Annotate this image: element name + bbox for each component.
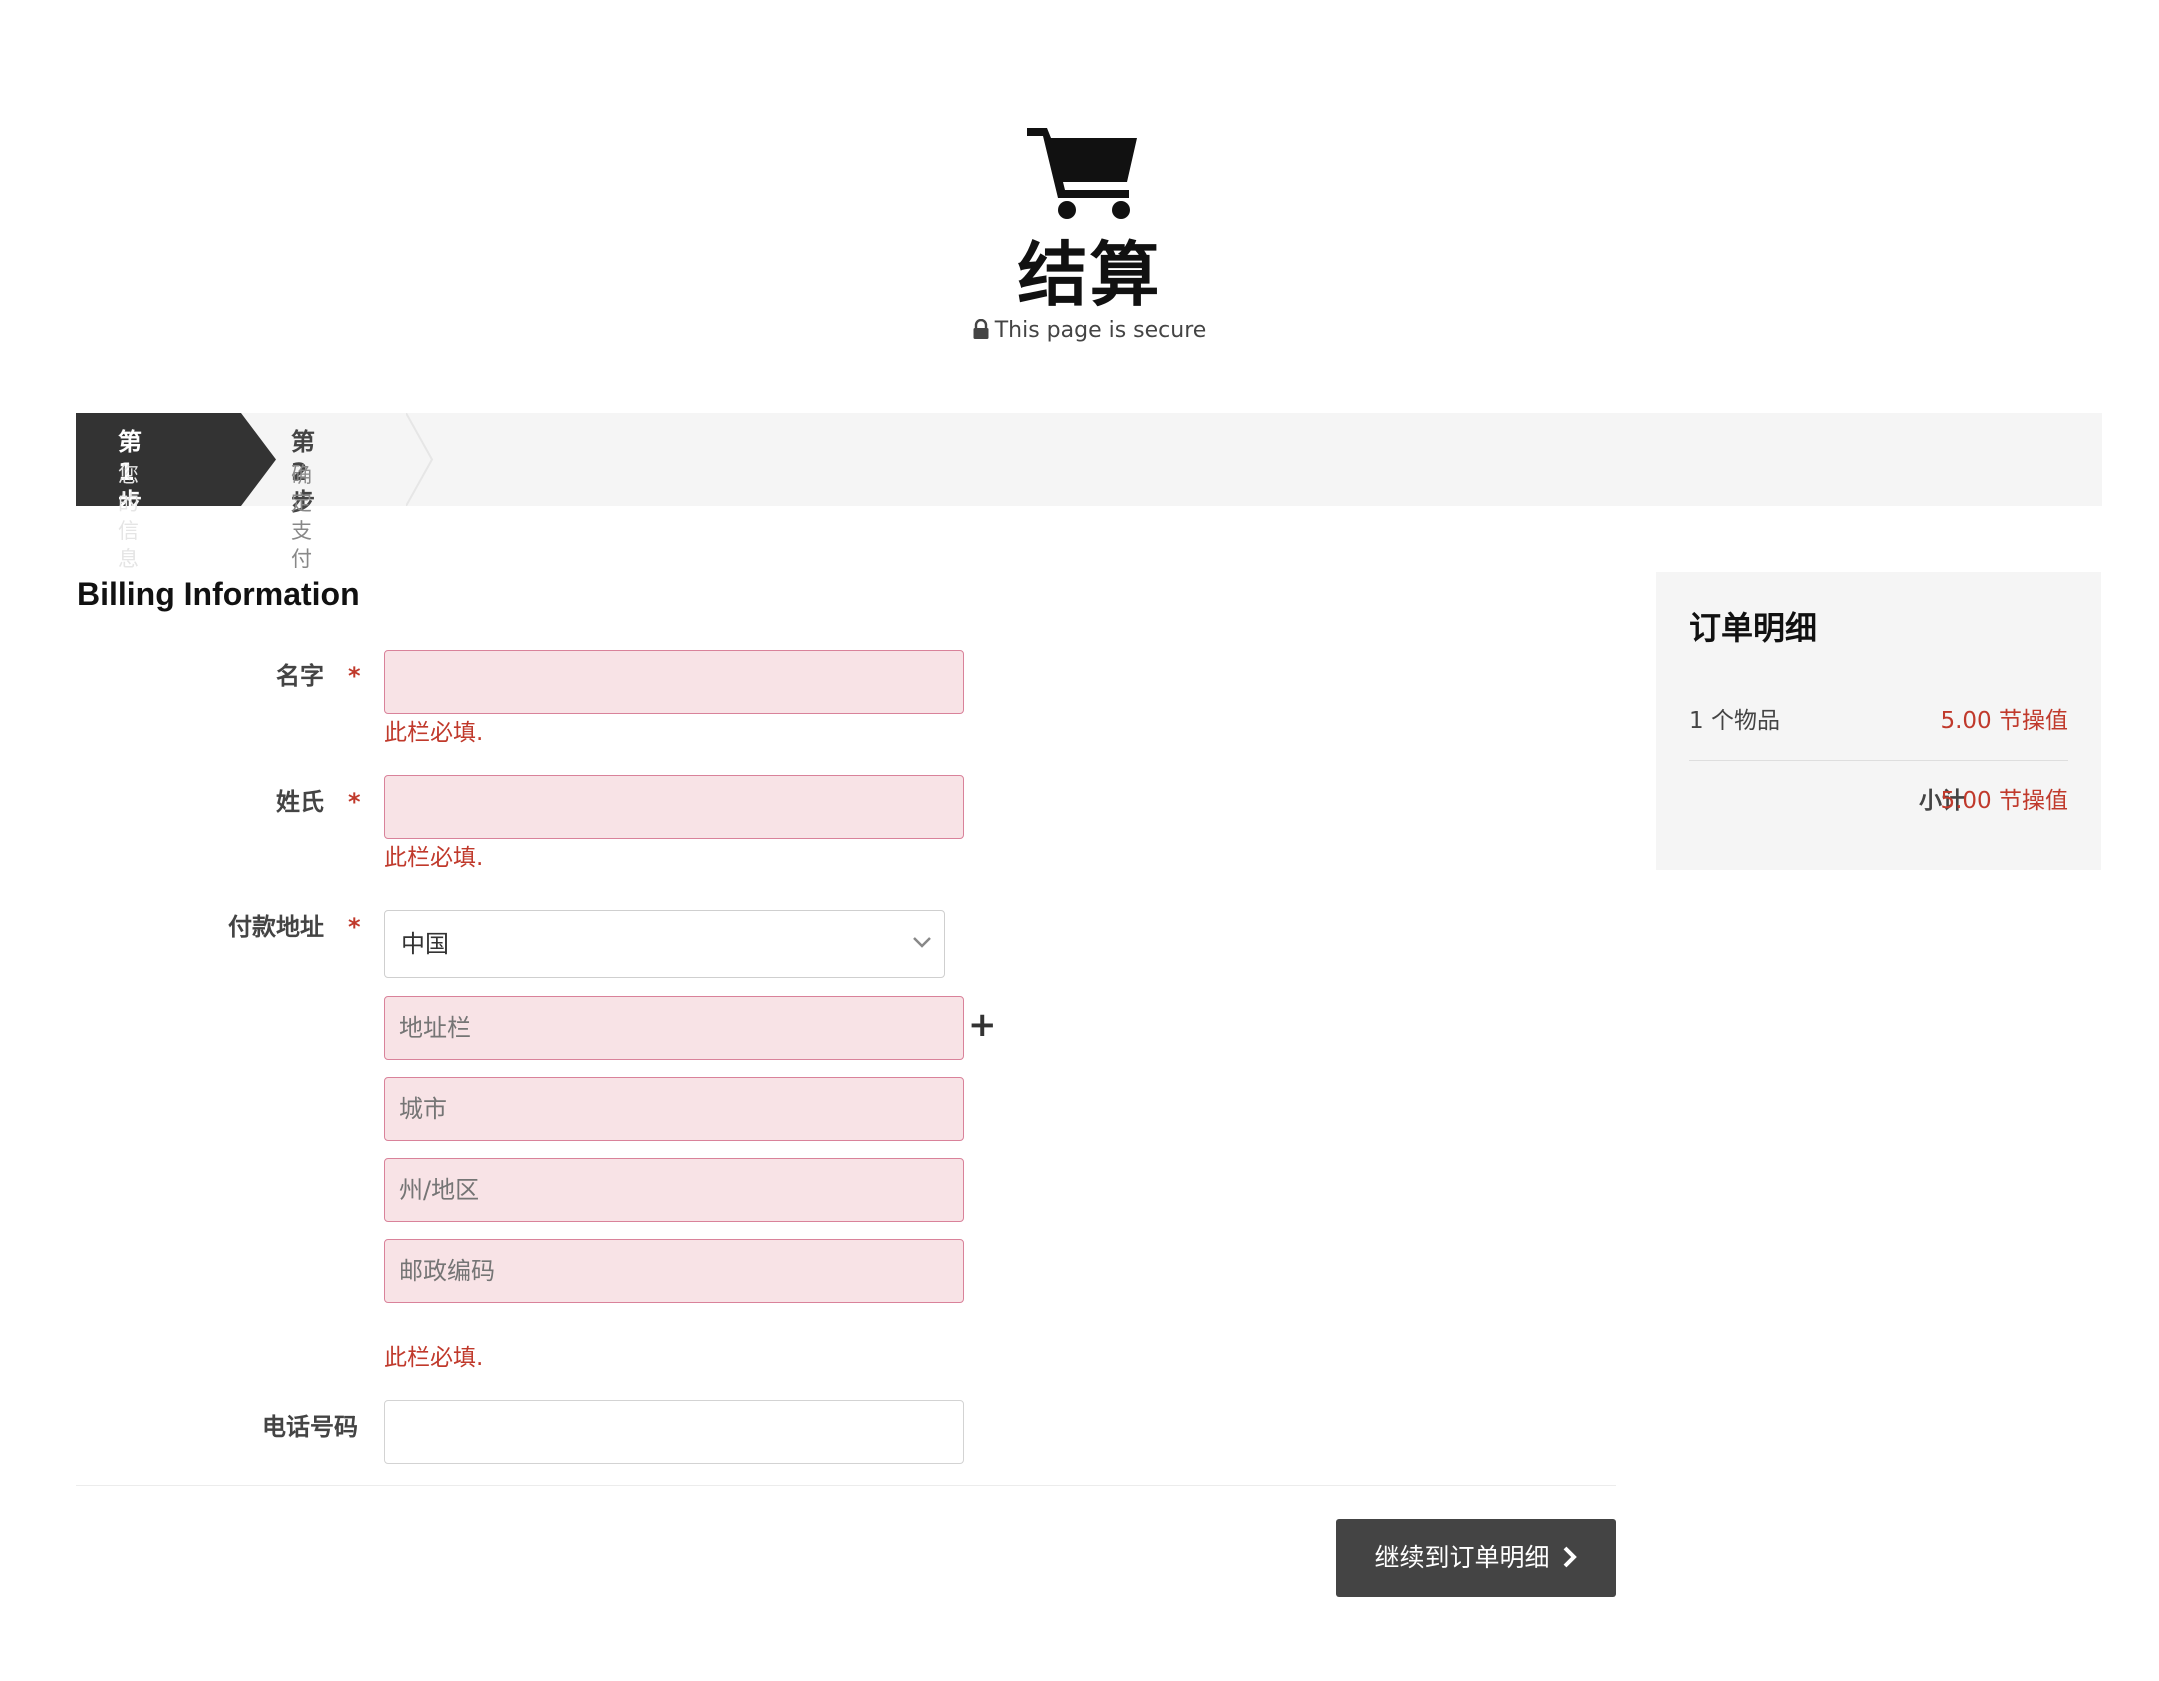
last-name-label: 姓氏: [276, 788, 324, 816]
phone-label: 电话号码: [262, 1413, 358, 1441]
phone-field[interactable]: [384, 1400, 964, 1464]
billing-heading: Billing Information: [77, 576, 360, 612]
add-address-line-icon[interactable]: +: [968, 1008, 997, 1042]
continue-button[interactable]: 继续到订单明细: [1336, 1519, 1616, 1597]
country-select[interactable]: 中国: [384, 910, 945, 978]
page-title: 结算: [1017, 234, 1162, 316]
address-error: 此栏必填.: [384, 1345, 484, 1371]
chevron-right-icon: [1563, 1546, 1577, 1568]
address-label: 付款地址: [228, 913, 324, 941]
order-summary: 订单明细 1 个物品 5.00 节操值 小计 5.00 节操值: [1656, 572, 2101, 870]
step-1-subtitle: 您的信息: [118, 463, 139, 571]
zip-field[interactable]: [384, 1239, 964, 1303]
required-marker: *: [348, 662, 361, 690]
street-address-field[interactable]: [384, 996, 964, 1060]
last-name-field[interactable]: [384, 775, 964, 839]
first-name-field[interactable]: [384, 650, 964, 714]
checkout-steps: 第 1 步 您的信息 第 2 步 确定支付: [76, 413, 2102, 571]
form-divider: [76, 1485, 1616, 1486]
secure-notice: This page is secure: [0, 316, 2159, 346]
country-value: 中国: [401, 930, 449, 958]
state-field[interactable]: [384, 1158, 964, 1222]
summary-items-count: 1 个物品: [1689, 708, 1780, 734]
secure-text: This page is secure: [994, 318, 1207, 343]
summary-items-price: 5.00 节操值: [1940, 708, 2068, 734]
required-marker: *: [348, 913, 361, 941]
step-2-subtitle: 确定支付: [291, 463, 312, 571]
subtotal-price: 5.00 节操值: [1940, 788, 2068, 814]
chevron-down-icon: [913, 937, 931, 948]
continue-button-label: 继续到订单明细: [1374, 1543, 1550, 1572]
required-marker: *: [348, 788, 361, 816]
first-name-error: 此栏必填.: [384, 720, 484, 746]
summary-divider: [1689, 760, 2068, 761]
lock-icon: [973, 318, 995, 343]
city-field[interactable]: [384, 1077, 964, 1141]
shopping-cart-icon: [1025, 122, 1145, 220]
summary-title: 订单明细: [1689, 609, 1818, 647]
last-name-error: 此栏必填.: [384, 845, 484, 871]
first-name-label: 名字: [276, 662, 324, 690]
